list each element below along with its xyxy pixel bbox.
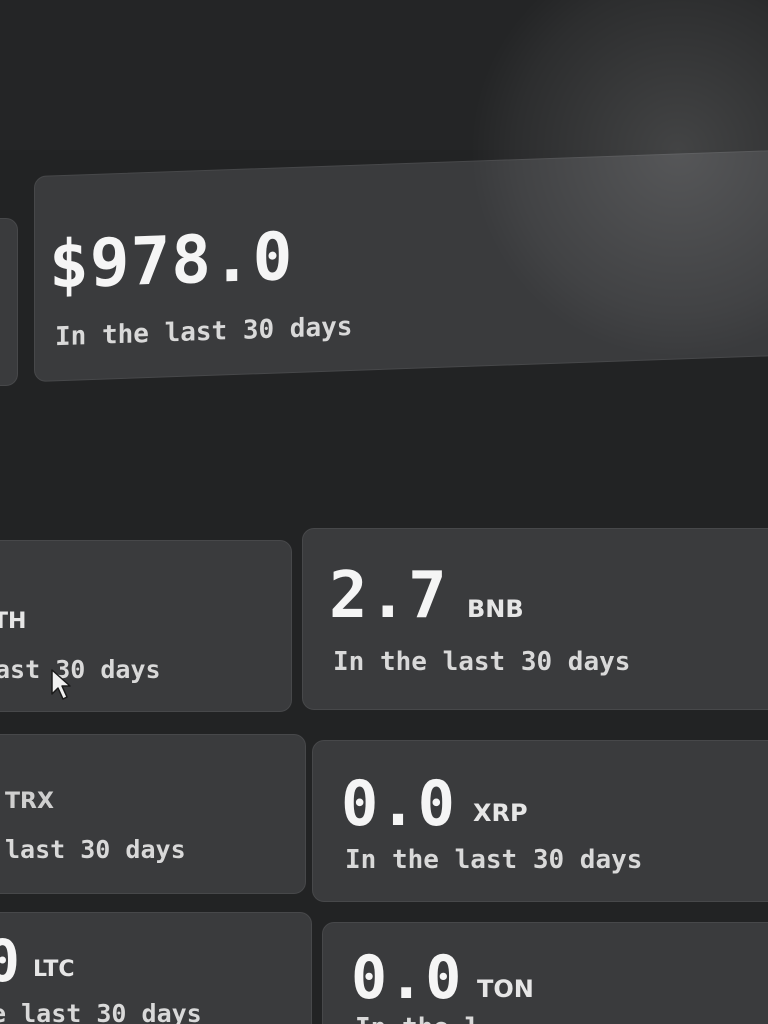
stat-value: 2.7	[329, 559, 448, 633]
stat-caption: e last 30 days	[0, 999, 202, 1024]
stat-caption: ast 30 days	[0, 655, 161, 684]
summary-caption: In the last 30 days	[55, 311, 353, 353]
stat-caption: In the l	[355, 1013, 480, 1024]
stat-value: 0.0	[341, 767, 456, 840]
stat-card-xrp[interactable]: 0.0 XRP In the last 30 days	[312, 740, 768, 902]
summary-card[interactable]: $978.0 In the last 30 days	[34, 149, 768, 382]
stat-caption: In the last 30 days	[345, 845, 643, 875]
summary-value: $978.0	[49, 217, 294, 304]
stat-card-ton[interactable]: 0.0 TON In the l	[322, 922, 768, 1024]
stat-value: 0	[0, 927, 21, 995]
stat-value: 0.0	[351, 943, 463, 1013]
dashboard-screen: $978.0 In the last 30 days TH ast 30 day…	[0, 0, 768, 1024]
stat-caption: last 30 days	[5, 835, 186, 864]
stat-unit: TRX	[5, 789, 54, 814]
stat-unit: LTC	[33, 957, 75, 982]
stat-unit: BNB	[467, 595, 524, 623]
stat-unit: TON	[477, 975, 534, 1003]
stat-unit: TH	[0, 609, 27, 634]
stat-caption: In the last 30 days	[333, 647, 631, 677]
mouse-pointer-icon	[51, 669, 71, 700]
stat-card-trx[interactable]: TRX last 30 days	[0, 734, 306, 894]
partial-summary-card-left	[0, 218, 18, 386]
stat-card-ltc[interactable]: 0 LTC e last 30 days	[0, 912, 312, 1024]
top-band	[0, 0, 768, 150]
stat-unit: XRP	[473, 799, 528, 827]
stat-card-eth[interactable]: TH ast 30 days	[0, 540, 292, 712]
stat-card-bnb[interactable]: 2.7 BNB In the last 30 days	[302, 528, 768, 710]
